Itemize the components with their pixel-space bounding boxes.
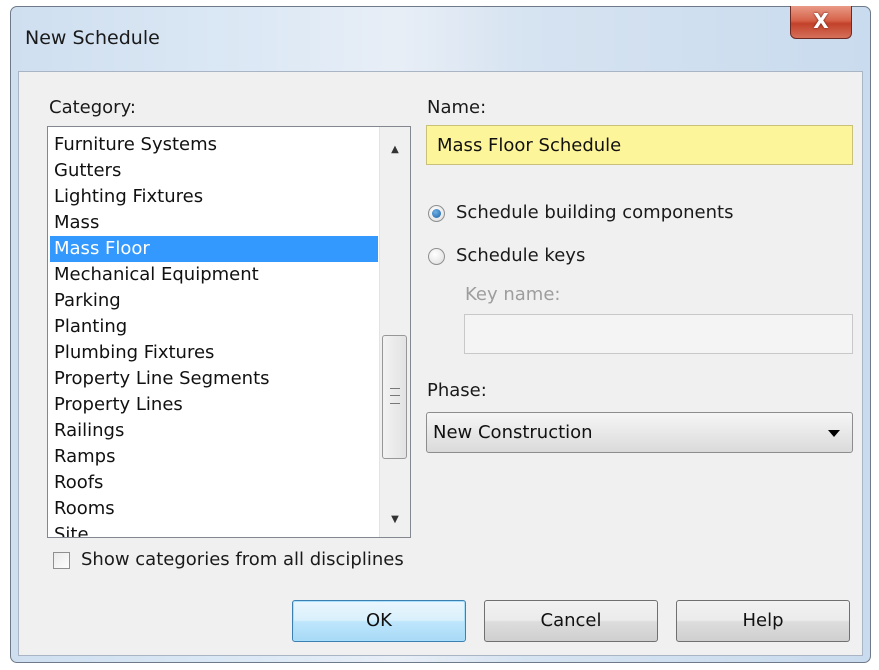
dropdown-arrow-icon	[828, 430, 840, 437]
category-list-item[interactable]: Roofs	[50, 470, 378, 496]
category-list-item[interactable]: Gutters	[50, 158, 378, 184]
category-list-item[interactable]: Furniture Systems	[50, 132, 378, 158]
name-label: Name:	[427, 97, 487, 118]
scroll-up-arrow-icon[interactable]: ▲	[380, 135, 410, 165]
category-label: Category:	[49, 97, 136, 118]
dialog-title: New Schedule	[25, 27, 160, 49]
help-button[interactable]: Help	[676, 600, 850, 642]
scroll-down-arrow-icon[interactable]: ▼	[380, 505, 410, 535]
category-scrollbar[interactable]: ▲ ▼	[379, 127, 410, 537]
category-listbox[interactable]: Furniture Systems Gutters Lighting Fixture…	[47, 126, 411, 538]
category-list-item[interactable]: Mechanical Equipment	[50, 262, 378, 288]
close-icon: X	[813, 9, 829, 33]
cancel-button[interactable]: Cancel	[484, 600, 658, 642]
show-all-disciplines-label: Show categories from all disciplines	[81, 549, 404, 570]
name-input[interactable]	[426, 125, 853, 165]
key-name-label: Key name:	[465, 284, 561, 305]
show-all-disciplines-checkbox[interactable]	[53, 552, 70, 569]
phase-label: Phase:	[427, 380, 487, 401]
dialog-body: Category: Furniture Systems Gutters Lighti…	[18, 71, 863, 656]
phase-dropdown[interactable]: New Construction	[426, 412, 853, 453]
category-list-item[interactable]: Planting	[50, 314, 378, 340]
category-list-item[interactable]: Parking	[50, 288, 378, 314]
close-button[interactable]: X	[790, 6, 852, 39]
schedule-keys-label: Schedule keys	[456, 245, 586, 266]
category-list: Furniture Systems Gutters Lighting Fixture…	[50, 132, 378, 537]
new-schedule-dialog: New Schedule X Category: Furniture Syste…	[10, 6, 871, 663]
ok-button[interactable]: OK	[292, 600, 466, 642]
category-list-item[interactable]: Site	[50, 522, 378, 537]
category-list-item[interactable]: Lighting Fixtures	[50, 184, 378, 210]
category-list-item[interactable]: Railings	[50, 418, 378, 444]
category-list-item[interactable]: Plumbing Fixtures	[50, 340, 378, 366]
scrollbar-thumb[interactable]	[382, 335, 407, 459]
schedule-components-label: Schedule building components	[456, 202, 734, 223]
category-list-item[interactable]: Mass Floor	[50, 236, 378, 262]
category-list-item[interactable]: Property Lines	[50, 392, 378, 418]
category-list-item[interactable]: Mass	[50, 210, 378, 236]
category-list-item[interactable]: Property Line Segments	[50, 366, 378, 392]
schedule-components-radio[interactable]	[428, 205, 445, 222]
category-list-item[interactable]: Rooms	[50, 496, 378, 522]
title-bar[interactable]: New Schedule X	[11, 6, 870, 71]
phase-value: New Construction	[433, 422, 593, 443]
key-name-input[interactable]	[464, 314, 853, 354]
schedule-keys-radio[interactable]	[428, 248, 445, 265]
grip-icon	[390, 388, 400, 404]
category-list-item[interactable]: Ramps	[50, 444, 378, 470]
